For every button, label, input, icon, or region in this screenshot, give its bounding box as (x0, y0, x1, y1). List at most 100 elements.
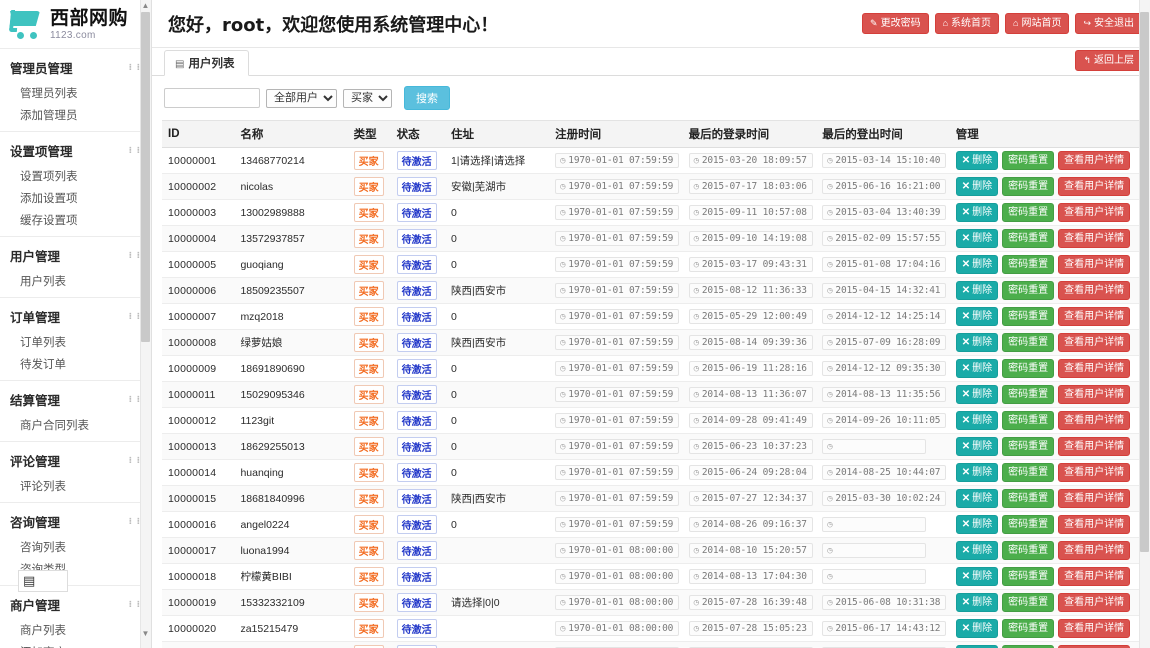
delete-button[interactable]: ✕删除 (956, 541, 998, 560)
delete-button[interactable]: ✕删除 (956, 619, 998, 638)
reset-password-button[interactable]: 密码重置 (1002, 359, 1054, 378)
search-input[interactable] (164, 88, 260, 108)
delete-button[interactable]: ✕删除 (956, 203, 998, 222)
view-user-detail-button[interactable]: 查看用户详情 (1058, 151, 1130, 170)
main-scrollbar-thumb[interactable] (1140, 12, 1149, 552)
reset-password-button[interactable]: 密码重置 (1002, 593, 1054, 612)
sidebar-group-header[interactable]: 用户管理⁝ ⁝ (0, 241, 151, 270)
delete-button[interactable]: ✕删除 (956, 359, 998, 378)
view-user-detail-button[interactable]: 查看用户详情 (1058, 203, 1130, 222)
delete-button[interactable]: ✕删除 (956, 333, 998, 352)
delete-button[interactable]: ✕删除 (956, 463, 998, 482)
reset-password-button[interactable]: 密码重置 (1002, 203, 1054, 222)
header-button-1[interactable]: ✎更改密码 (862, 13, 929, 34)
sidebar-item[interactable]: 设置项列表 (0, 165, 151, 187)
sidebar-scrollbar-thumb[interactable] (141, 12, 150, 342)
reset-password-button[interactable]: 密码重置 (1002, 255, 1054, 274)
delete-button[interactable]: ✕删除 (956, 411, 998, 430)
reset-password-button[interactable]: 密码重置 (1002, 307, 1054, 326)
view-user-detail-button[interactable]: 查看用户详情 (1058, 333, 1130, 352)
delete-button[interactable]: ✕删除 (956, 593, 998, 612)
reset-password-button[interactable]: 密码重置 (1002, 619, 1054, 638)
delete-button[interactable]: ✕删除 (956, 437, 998, 456)
header-button-2[interactable]: ⌂系统首页 (935, 13, 999, 34)
tab-user-list[interactable]: ▤用户列表 (164, 50, 249, 76)
delete-button[interactable]: ✕删除 (956, 385, 998, 404)
sidebar-item[interactable]: 添加管理员 (0, 104, 151, 126)
sidebar-item[interactable]: 添加商户 (0, 641, 151, 648)
sidebar-group-header[interactable]: 商户管理⁝ ⁝ (0, 590, 151, 619)
reset-password-button[interactable]: 密码重置 (1002, 541, 1054, 560)
view-user-detail-button[interactable]: 查看用户详情 (1058, 229, 1130, 248)
sidebar-item[interactable]: 商户合同列表 (0, 414, 151, 436)
search-button[interactable]: 搜索 (404, 86, 450, 110)
sidebar-scrollbar[interactable]: ▲ ▼ (140, 0, 151, 648)
delete-button[interactable]: ✕删除 (956, 281, 998, 300)
clock-icon: ◷ (694, 234, 699, 244)
view-user-detail-button[interactable]: 查看用户详情 (1058, 385, 1130, 404)
view-user-detail-button[interactable]: 查看用户详情 (1058, 411, 1130, 430)
view-user-detail-button[interactable]: 查看用户详情 (1058, 489, 1130, 508)
view-user-detail-button[interactable]: 查看用户详情 (1058, 515, 1130, 534)
back-button[interactable]: ↰返回上层 (1075, 50, 1142, 71)
reset-password-button[interactable]: 密码重置 (1002, 515, 1054, 534)
sidebar-item[interactable]: 待发订单 (0, 353, 151, 375)
reset-password-button[interactable]: 密码重置 (1002, 281, 1054, 300)
view-user-detail-button[interactable]: 查看用户详情 (1058, 255, 1130, 274)
reset-password-button[interactable]: 密码重置 (1002, 229, 1054, 248)
header-button-3[interactable]: ⌂网站首页 (1005, 13, 1069, 34)
sidebar-item[interactable]: 评论列表 (0, 475, 151, 497)
reset-password-button[interactable]: 密码重置 (1002, 177, 1054, 196)
reset-password-button[interactable]: 密码重置 (1002, 385, 1054, 404)
table-row: 1000000313002989888买家待激活0◷1970-01-01 07:… (162, 200, 1140, 226)
view-user-detail-button[interactable]: 查看用户详情 (1058, 541, 1130, 560)
view-user-detail-button[interactable]: 查看用户详情 (1058, 463, 1130, 482)
sidebar-group-header[interactable]: 咨询管理⁝ ⁝ (0, 507, 151, 536)
sidebar-item[interactable]: 用户列表 (0, 270, 151, 292)
action-label: 删除 (972, 467, 992, 478)
action-label: 密码重置 (1008, 415, 1048, 426)
sidebar-item[interactable]: 商户列表 (0, 619, 151, 641)
sidebar-item[interactable]: 订单列表 (0, 331, 151, 353)
delete-button[interactable]: ✕删除 (956, 489, 998, 508)
sidebar-item[interactable]: 咨询列表 (0, 536, 151, 558)
sidebar-group-header[interactable]: 结算管理⁝ ⁝ (0, 385, 151, 414)
user-scope-select[interactable]: 全部用户 (266, 89, 337, 108)
delete-button[interactable]: ✕删除 (956, 515, 998, 534)
sidebar-item[interactable]: 管理员列表 (0, 82, 151, 104)
user-role-select[interactable]: 买家 (343, 89, 392, 108)
cell-login: ◷2015-07-28 16:39:48 (683, 590, 817, 616)
sidebar-group-header[interactable]: 管理员管理⁝ ⁝ (0, 53, 151, 82)
sidebar-group-header[interactable]: 订单管理⁝ ⁝ (0, 302, 151, 331)
reset-password-button[interactable]: 密码重置 (1002, 411, 1054, 430)
reset-password-button[interactable]: 密码重置 (1002, 437, 1054, 456)
brand-logo[interactable]: 西部网购 1123.com (0, 0, 151, 48)
scroll-down-icon[interactable]: ▼ (141, 628, 150, 640)
delete-button[interactable]: ✕删除 (956, 229, 998, 248)
reset-password-button[interactable]: 密码重置 (1002, 567, 1054, 586)
delete-button[interactable]: ✕删除 (956, 177, 998, 196)
view-user-detail-button[interactable]: 查看用户详情 (1058, 567, 1130, 586)
sidebar-group-header[interactable]: 设置项管理⁝ ⁝ (0, 136, 151, 165)
delete-button[interactable]: ✕删除 (956, 307, 998, 326)
view-user-detail-button[interactable]: 查看用户详情 (1058, 359, 1130, 378)
view-user-detail-button[interactable]: 查看用户详情 (1058, 593, 1130, 612)
reset-password-button[interactable]: 密码重置 (1002, 463, 1054, 482)
view-user-detail-button[interactable]: 查看用户详情 (1058, 177, 1130, 196)
delete-button[interactable]: ✕删除 (956, 255, 998, 274)
reset-password-button[interactable]: 密码重置 (1002, 489, 1054, 508)
reset-password-button[interactable]: 密码重置 (1002, 151, 1054, 170)
reset-password-button[interactable]: 密码重置 (1002, 333, 1054, 352)
main-scrollbar[interactable] (1139, 0, 1150, 648)
sidebar-group-header[interactable]: 评论管理⁝ ⁝ (0, 446, 151, 475)
view-user-detail-button[interactable]: 查看用户详情 (1058, 307, 1130, 326)
view-user-detail-button[interactable]: 查看用户详情 (1058, 437, 1130, 456)
view-user-detail-button[interactable]: 查看用户详情 (1058, 281, 1130, 300)
view-user-detail-button[interactable]: 查看用户详情 (1058, 619, 1130, 638)
sidebar-item[interactable]: 缓存设置项 (0, 209, 151, 231)
header-button-4[interactable]: ↪安全退出 (1075, 13, 1142, 34)
delete-button[interactable]: ✕删除 (956, 567, 998, 586)
delete-button[interactable]: ✕删除 (956, 151, 998, 170)
sidebar-item[interactable]: 添加设置项 (0, 187, 151, 209)
scroll-up-icon[interactable]: ▲ (141, 0, 150, 12)
